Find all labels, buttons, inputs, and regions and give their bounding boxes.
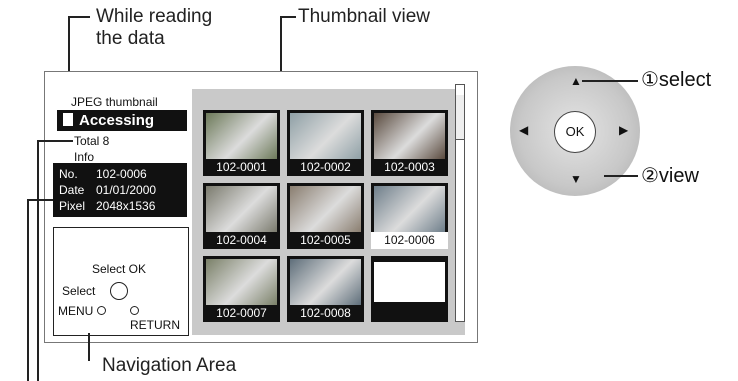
thumbnail-label: 102-0008	[300, 306, 351, 320]
up-arrow-icon[interactable]: ▲	[570, 74, 582, 88]
thumbnail-image	[374, 186, 445, 232]
circle-icon	[96, 306, 106, 315]
thumbnail[interactable]: 102-0007	[203, 256, 280, 322]
status-text: Accessing	[79, 112, 155, 129]
nav-select-ok: Select OK	[92, 262, 147, 276]
leader-line	[37, 140, 39, 381]
scrollbar[interactable]	[455, 84, 465, 322]
navigation-area: Select OK Select MENU RETURN	[53, 227, 189, 336]
thumbnail-image	[206, 113, 277, 159]
leader-line	[582, 80, 638, 82]
ok-button[interactable]: OK	[554, 111, 596, 153]
thumbnail-label: 102-0001	[216, 160, 267, 174]
thumbnail-label: 102-0006	[371, 232, 448, 249]
thumbnail-view-callout: Thumbnail view	[298, 6, 430, 27]
info-no-value: 102-0006	[96, 167, 147, 181]
thumbnail-label: 102-0002	[300, 160, 351, 174]
thumbnail[interactable]: 102-0004	[203, 183, 280, 249]
while-reading-line2: the data	[96, 28, 165, 49]
thumbnail-image	[206, 259, 277, 305]
nav-dpad-icon	[110, 282, 128, 300]
total-count: Total 8	[74, 134, 110, 148]
info-no-label: No.	[59, 167, 78, 181]
circle-icon	[130, 306, 139, 315]
info-date-label: Date	[59, 183, 85, 197]
info-pixel-value: 2048x1536	[96, 199, 156, 213]
thumbnail[interactable]: 102-0005	[287, 183, 364, 249]
thumbnail-image	[374, 113, 445, 159]
thumbnail-label: 102-0007	[216, 306, 267, 320]
status-banner: Accessing	[57, 110, 187, 131]
mode-label: JPEG thumbnail	[71, 95, 158, 109]
scroll-thumb[interactable]	[456, 95, 464, 140]
nav-select: Select	[62, 284, 96, 298]
left-arrow-icon[interactable]: ◀	[519, 123, 528, 137]
while-reading-line1: While reading	[96, 6, 213, 27]
thumbnail-label: 102-0005	[300, 233, 351, 247]
info-date-value: 01/01/2000	[96, 183, 157, 197]
thumbnail[interactable]	[371, 256, 448, 322]
leader-line	[604, 175, 638, 177]
file-icon	[63, 113, 73, 126]
leader-line	[27, 199, 29, 381]
thumbnail-image	[290, 113, 361, 159]
thumbnail-image	[290, 186, 361, 232]
nav-return: RETURN	[130, 304, 188, 332]
leader-line	[280, 16, 296, 18]
select-callout: ①select	[641, 69, 712, 91]
thumbnail[interactable]: 102-0003	[371, 110, 448, 176]
info-box: No. 102-0006 Date 01/01/2000 Pixel 2048x…	[53, 163, 187, 217]
down-arrow-icon[interactable]: ▼	[570, 172, 582, 186]
thumbnail[interactable]: 102-0006	[371, 183, 448, 249]
while-reading-callout: While reading the data	[96, 6, 212, 50]
view-callout: ②view	[641, 165, 699, 187]
leader-line	[37, 140, 73, 142]
thumbnail-image	[374, 262, 445, 302]
thumbnail-label: 102-0004	[216, 233, 267, 247]
leader-line	[88, 333, 90, 361]
info-pixel-label: Pixel	[59, 199, 86, 213]
thumbnail[interactable]: 102-0001	[203, 110, 280, 176]
thumbnail-label: 102-0003	[384, 160, 435, 174]
thumbnail[interactable]: 102-0002	[287, 110, 364, 176]
info-label: Info	[74, 150, 95, 164]
thumbnail[interactable]: 102-0008	[287, 256, 364, 322]
leader-line	[27, 199, 53, 201]
thumbnail-image	[206, 186, 277, 232]
navigation-area-callout: Navigation Area	[102, 355, 237, 376]
leader-line	[68, 16, 90, 18]
thumbnail-image	[290, 259, 361, 305]
right-arrow-icon[interactable]: ▶	[619, 123, 628, 137]
nav-menu: MENU	[58, 304, 106, 318]
